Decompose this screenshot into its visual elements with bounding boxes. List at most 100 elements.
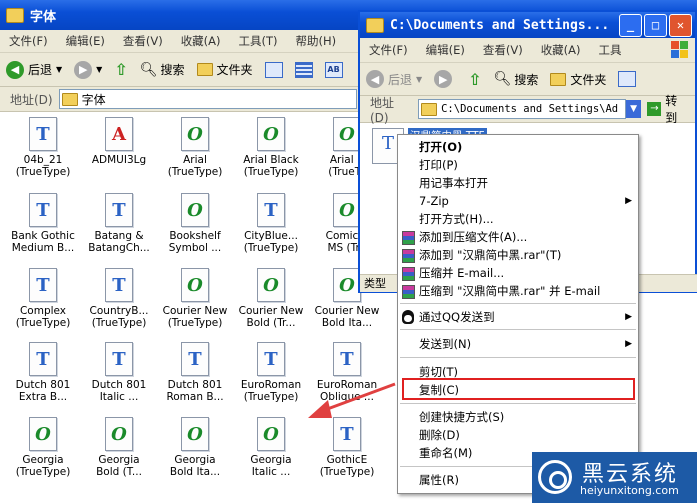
menu-file[interactable]: 文件(F)	[0, 33, 57, 49]
font-name-line1: Courier New	[238, 305, 304, 317]
address-input[interactable]: C:\Documents and Settings\Ad	[418, 99, 626, 119]
menu-add-archive[interactable]: 添加到压缩文件(A)...	[398, 228, 638, 246]
font-file-icon: O	[333, 117, 361, 151]
up-button[interactable]: ⇧	[462, 66, 487, 92]
search-button[interactable]: 🔍︎ 搜索	[488, 66, 545, 92]
menu-delete[interactable]: 删除(D)	[398, 426, 638, 444]
winrar-icon	[402, 249, 415, 263]
menu-open[interactable]: 打开(O)	[398, 138, 638, 156]
font-file-icon: T	[29, 117, 57, 151]
views-button[interactable]	[612, 66, 642, 92]
font-item[interactable]: O Georgia (TrueType)	[6, 417, 80, 478]
font-name-line2: (TrueType)	[167, 317, 223, 329]
menu-7zip[interactable]: 7-Zip ▶	[398, 192, 638, 210]
dropdown-icon: ▼	[96, 65, 103, 74]
font-file-icon: O	[333, 193, 361, 227]
forward-button[interactable]: ▶ ▼	[68, 57, 108, 83]
font-item[interactable]: T Dutch 801 Extra B...	[6, 342, 80, 403]
font-item[interactable]: T Dutch 801 Roman B...	[158, 342, 232, 403]
menu-open-with[interactable]: 打开方式(H)...	[398, 210, 638, 228]
font-name-line1: Arial	[183, 154, 207, 166]
font-name-line2: Symbol ...	[168, 242, 222, 254]
menu-file[interactable]: 文件(F)	[360, 42, 417, 58]
folder-up-icon: ⇧	[114, 60, 128, 79]
font-item[interactable]: T Dutch 801 Italic ...	[82, 342, 156, 403]
menu-favorites[interactable]: 收藏(A)	[532, 42, 590, 58]
font-item[interactable]: T CountryB... (TrueType)	[82, 268, 156, 329]
back-label: 后退	[28, 63, 53, 77]
font-name-line1: Georgia	[98, 454, 140, 466]
folders-button[interactable]: 文件夹	[544, 66, 612, 92]
font-item[interactable]: T Batang & BatangCh...	[82, 193, 156, 254]
menu-favorites[interactable]: 收藏(A)	[172, 33, 230, 49]
font-item[interactable]: O Georgia Bold (T...	[82, 417, 156, 478]
view-list-button[interactable]	[289, 57, 319, 83]
menu-add-rar[interactable]: 添加到 "汉鼎简中黑.rar"(T)	[398, 246, 638, 264]
font-item[interactable]: O Courier New (TrueType)	[158, 268, 232, 329]
font-item[interactable]: T EuroRoman (TrueType)	[234, 342, 308, 403]
back-button[interactable]: ◀ 后退 ▼	[0, 57, 68, 83]
font-item[interactable]: T CityBlue... (TrueType)	[234, 193, 308, 254]
menu-compress-email[interactable]: 压缩并 E-mail...	[398, 264, 638, 282]
font-item[interactable]: T 04b_21 (TrueType)	[6, 117, 80, 178]
folder-icon	[61, 92, 78, 106]
font-item[interactable]: A ADMUI3Lg	[82, 117, 156, 166]
font-item[interactable]: O Arial (TrueType)	[158, 117, 232, 178]
submenu-arrow-icon: ▶	[625, 196, 632, 206]
menu-send-to[interactable]: 发送到(N) ▶	[398, 335, 638, 353]
menu-separator	[400, 303, 636, 304]
font-item[interactable]: O Arial Black (TrueType)	[234, 117, 308, 178]
address-dropdown-icon[interactable]: ▼	[625, 100, 642, 118]
address-label: 地址(D)	[10, 92, 53, 107]
documents-window-titlebar[interactable]: C:\Documents and Settings... _ □ ✕	[360, 12, 695, 38]
menu-rar-email[interactable]: 压缩到 "汉鼎简中黑.rar" 并 E-mail	[398, 282, 638, 300]
menu-edit[interactable]: 编辑(E)	[417, 42, 474, 58]
font-item[interactable]: T Bank Gothic Medium B...	[6, 193, 80, 254]
menu-tools[interactable]: 工具	[590, 42, 631, 58]
menu-help[interactable]: 帮助(H)	[287, 33, 346, 49]
menu-create-shortcut[interactable]: 创建快捷方式(S)	[398, 408, 638, 426]
back-button[interactable]: ◀ 后退 ▼	[360, 66, 428, 92]
menu-send-qq[interactable]: 通过QQ发送到 ▶	[398, 308, 638, 326]
menu-tools[interactable]: 工具(T)	[230, 33, 287, 49]
font-name-line1: Courier New	[314, 305, 380, 317]
font-item[interactable]: T Complex (TrueType)	[6, 268, 80, 329]
folders-button[interactable]: 文件夹	[191, 57, 259, 83]
menu-open-notepad[interactable]: 用记事本打开	[398, 174, 638, 192]
go-button[interactable]: → 转到	[641, 94, 695, 125]
folders-label: 文件夹	[216, 63, 253, 77]
font-name-line2: (TrueType)	[243, 166, 299, 178]
font-name-line1: Arial Black	[243, 154, 299, 166]
menu-edit[interactable]: 编辑(E)	[57, 33, 114, 49]
menu-view[interactable]: 查看(V)	[474, 42, 532, 58]
font-item[interactable]: O Courier New Bold (Tr...	[234, 268, 308, 329]
font-file-icon: O	[181, 193, 209, 227]
font-file-icon: T	[105, 193, 133, 227]
minimize-button[interactable]: _	[619, 13, 642, 37]
close-button[interactable]: ✕	[669, 13, 692, 37]
menu-view[interactable]: 查看(V)	[114, 33, 172, 49]
folder-icon	[6, 7, 24, 23]
font-file-icon: T	[257, 193, 285, 227]
view-similarity-button[interactable]: AB	[319, 57, 349, 83]
search-button[interactable]: 🔍︎ 搜索	[134, 57, 191, 83]
menu-bar: 文件(F) 编辑(E) 查看(V) 收藏(A) 工具	[360, 38, 695, 63]
back-label: 后退	[388, 72, 413, 87]
font-item[interactable]: O Georgia Bold Ita...	[158, 417, 232, 478]
forward-button[interactable]: ▶	[428, 66, 462, 92]
up-button[interactable]: ⇧	[108, 57, 133, 83]
maximize-button[interactable]: □	[644, 13, 667, 37]
toolbar: ◀ 后退 ▼ ▶ ⇧ 🔍︎ 搜索 文件夹	[360, 63, 695, 96]
font-item[interactable]: O Bookshelf Symbol ...	[158, 193, 232, 254]
annotation-arrow-icon	[308, 382, 396, 418]
search-icon: 🔍︎	[139, 61, 158, 78]
font-item[interactable]: O Georgia Italic ...	[234, 417, 308, 478]
menu-print[interactable]: 打印(P)	[398, 156, 638, 174]
font-file-icon: O	[181, 117, 209, 151]
back-arrow-icon: ◀	[366, 70, 384, 88]
font-name-line2: Bold (T...	[96, 466, 142, 478]
folders-icon	[550, 72, 567, 86]
window-title: C:\Documents and Settings...	[390, 17, 610, 33]
view-large-button[interactable]	[259, 57, 289, 83]
address-input[interactable]: 字体	[58, 89, 357, 109]
